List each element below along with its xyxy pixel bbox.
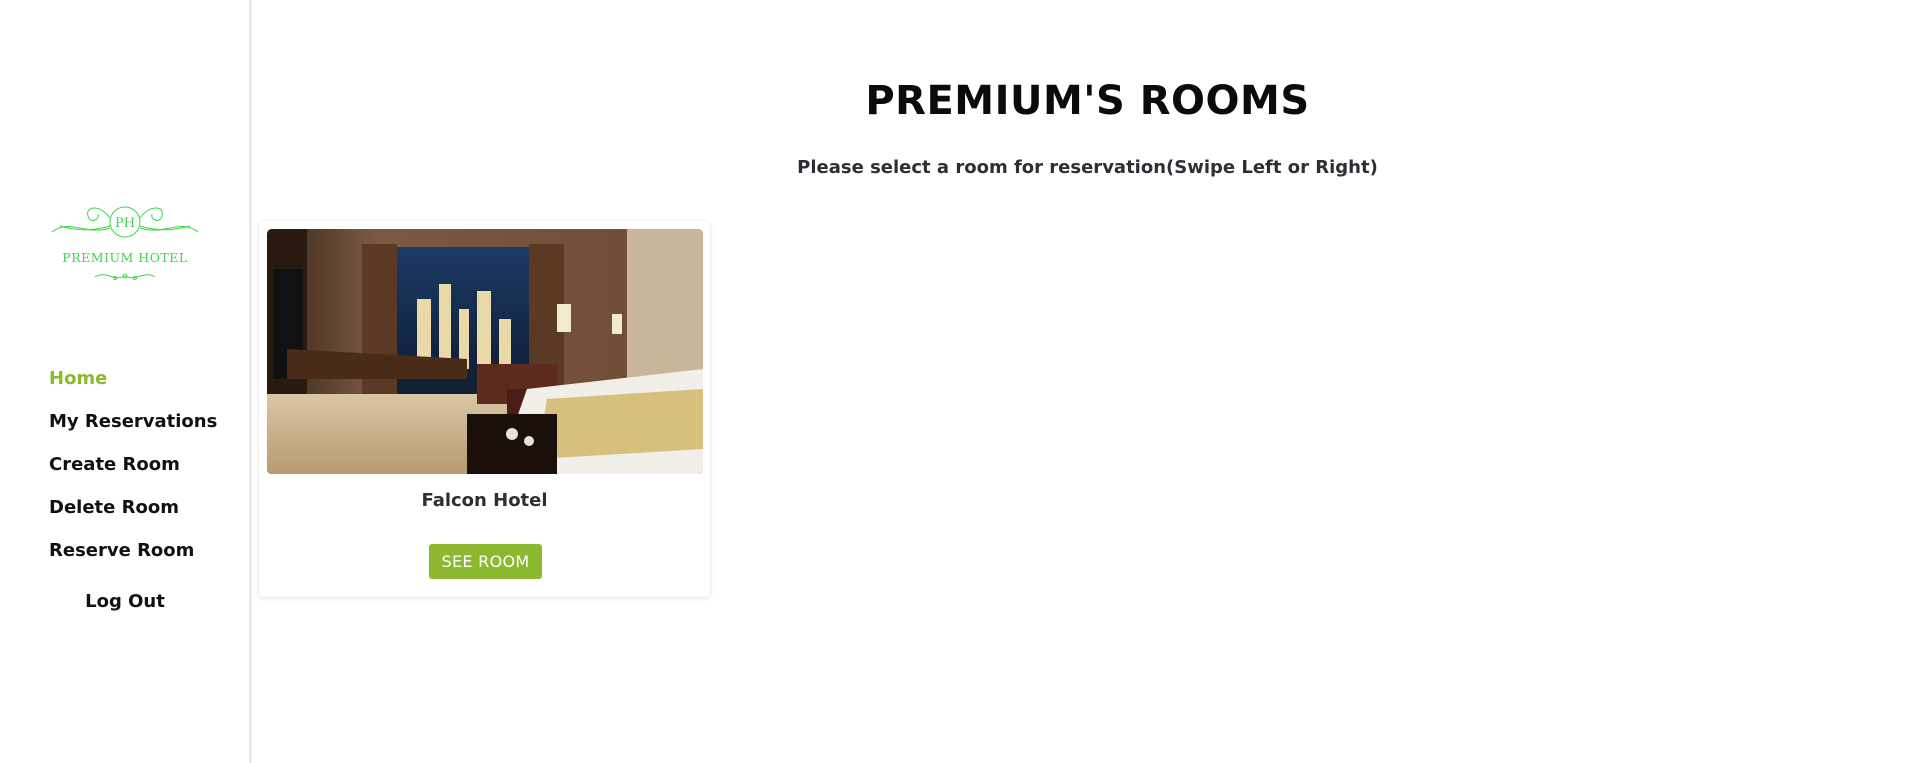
sidebar-nav: Home My Reservations Create Room Delete … [49,366,217,581]
logo-monogram: PH [115,216,135,231]
see-room-button[interactable]: SEE ROOM [429,544,542,579]
nav-item-delete-room[interactable]: Delete Room [49,495,217,538]
logo-emblem-icon: PH [51,206,199,280]
room-card: Falcon Hotel SEE ROOM [259,221,710,597]
hotel-room-photo-icon [267,229,703,474]
nav-item-my-reservations[interactable]: My Reservations [49,409,217,452]
nav-item-home[interactable]: Home [49,366,217,409]
logo-name: PREMIUM HOTEL [62,250,188,265]
nav-item-reserve-room[interactable]: Reserve Room [49,538,217,581]
nav-item-create-room[interactable]: Create Room [49,452,217,495]
page-subtitle: Please select a room for reservation(Swi… [797,157,1378,178]
room-image [267,229,703,474]
page-title: PREMIUM'S ROOMS [865,78,1310,124]
logout-button[interactable]: Log Out [0,591,250,612]
sidebar: PH PREMIUM HOTEL Home My Reservations Cr… [0,0,252,763]
room-name: Falcon Hotel [421,490,548,511]
premium-hotel-logo[interactable]: PH PREMIUM HOTEL [50,198,200,288]
